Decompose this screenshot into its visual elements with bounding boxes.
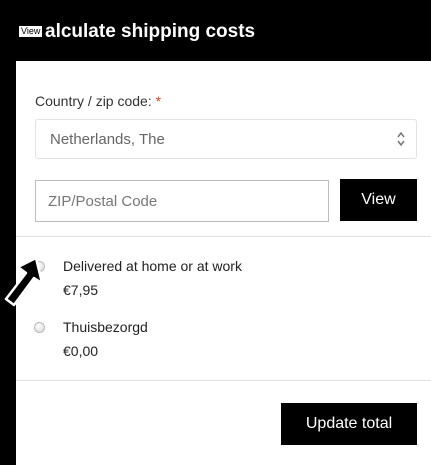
panel-header: View alculate shipping costs — [16, 5, 431, 61]
shipping-option-name: Delivered at home or at work — [63, 258, 242, 274]
country-zip-label: Country / zip code: * — [35, 93, 161, 109]
country-zip-label-text: Country / zip code: — [35, 93, 152, 109]
shipping-calculator-panel: View alculate shipping costs Country / z… — [16, 5, 431, 465]
divider-bottom — [16, 380, 431, 381]
update-total-button[interactable]: Update total — [281, 403, 417, 445]
shipping-option-price: €7,95 — [63, 282, 99, 298]
up-down-chevron-icon — [397, 131, 405, 147]
country-select[interactable]: Netherlands, The — [35, 119, 417, 159]
zip-postal-code-input[interactable] — [35, 180, 329, 222]
panel-title: alculate shipping costs — [45, 21, 256, 42]
shipping-option-name: Thuisbezorgd — [63, 319, 148, 335]
mouse-pointer-icon — [4, 256, 44, 307]
view-button[interactable]: View — [340, 179, 417, 221]
shipping-option-radio[interactable] — [34, 322, 45, 333]
view-tag: View — [19, 26, 43, 37]
required-marker: * — [155, 93, 162, 109]
shipping-option-price: €0,00 — [63, 343, 99, 359]
divider-top — [16, 236, 431, 237]
country-select-value: Netherlands, The — [50, 131, 165, 148]
